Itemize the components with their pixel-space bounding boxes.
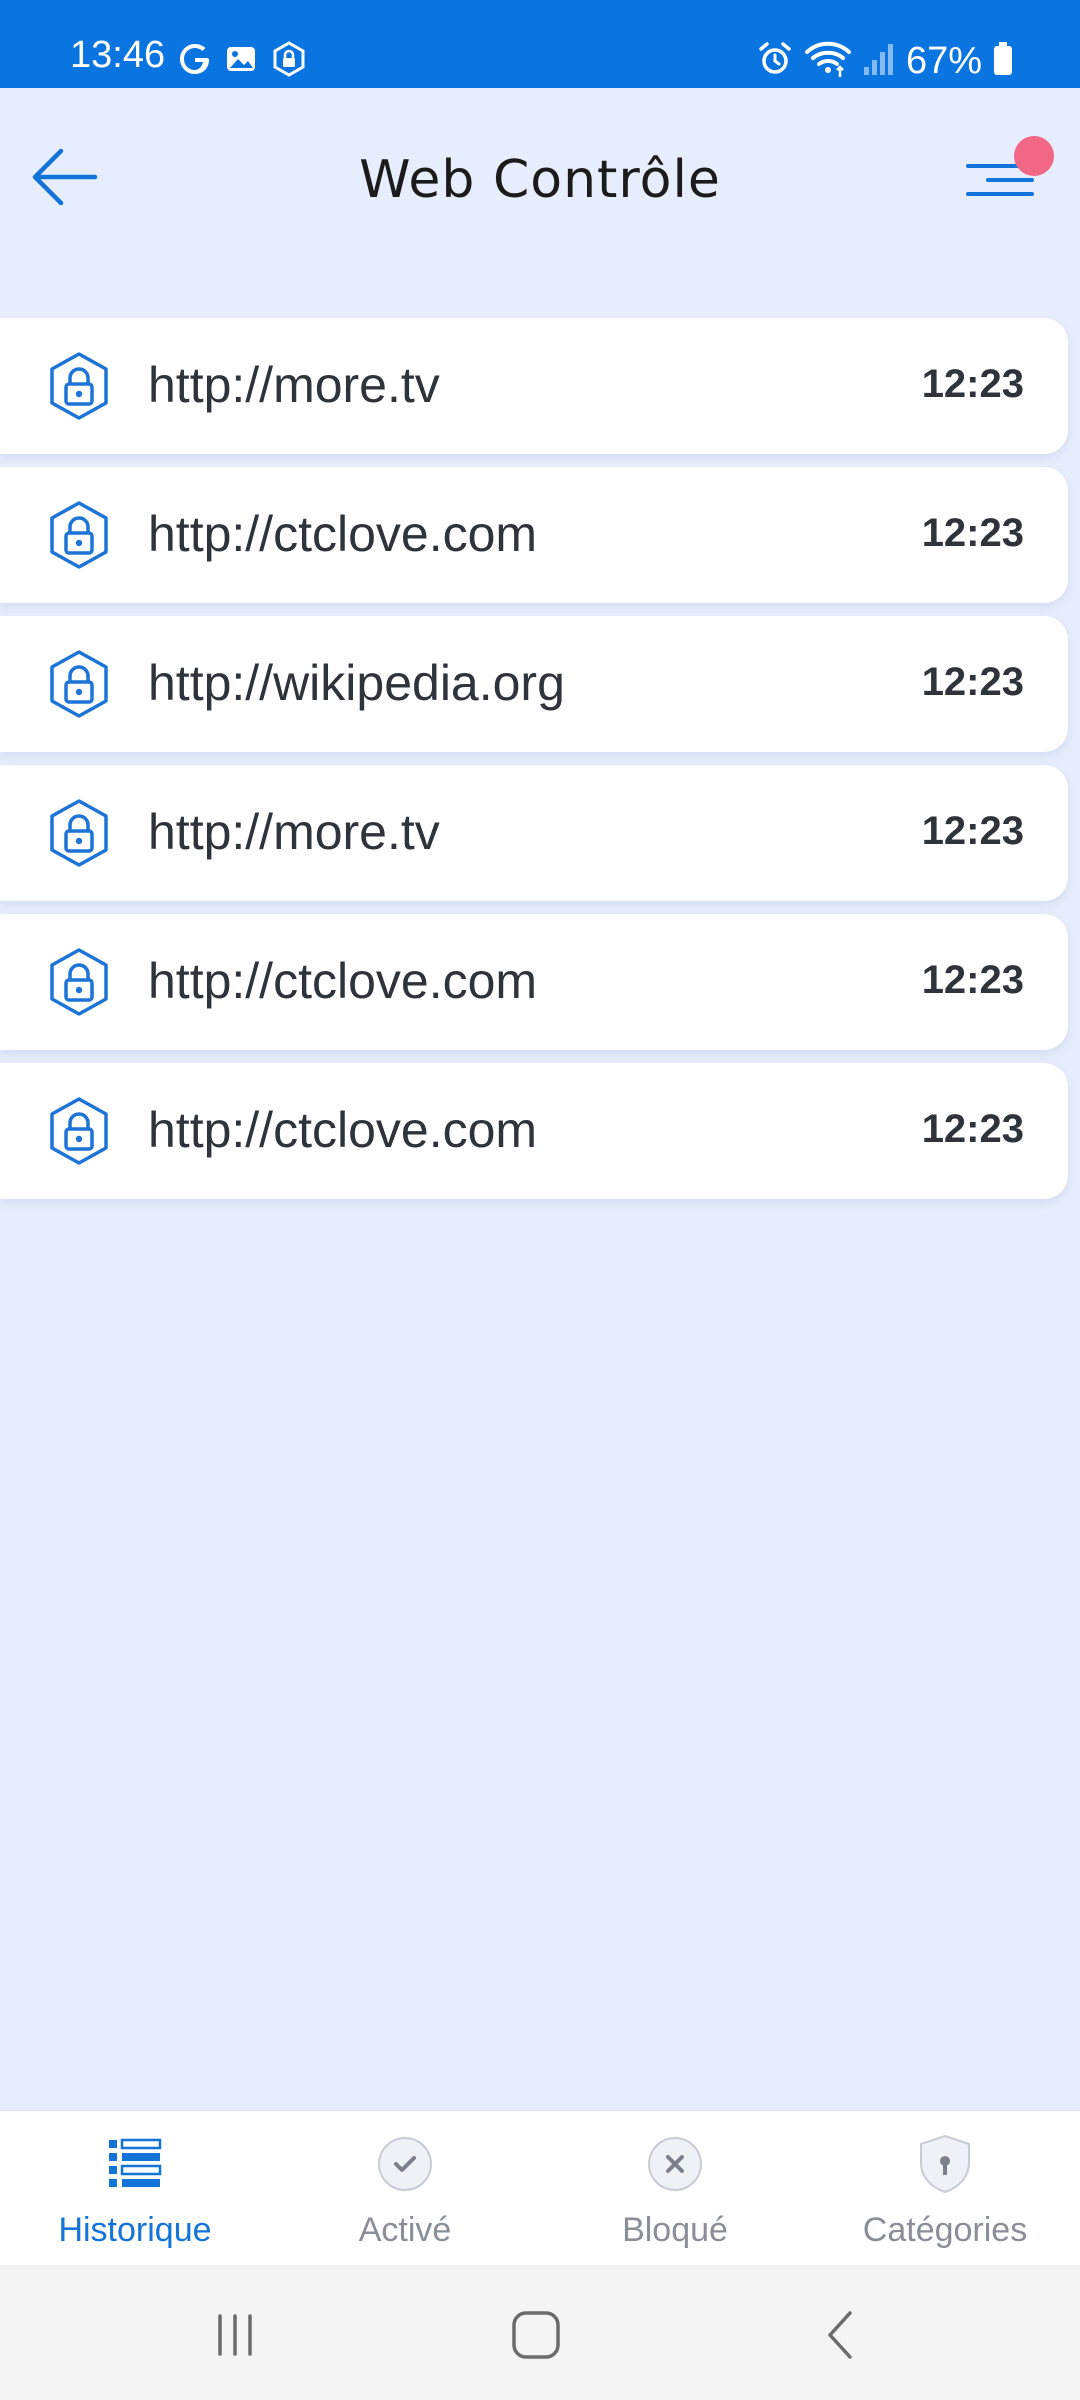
list-icon (102, 2131, 168, 2197)
tab-active[interactable]: Activé (270, 2111, 540, 2265)
list-item[interactable]: http://more.tv 12:23 (0, 765, 1068, 901)
system-nav-bar (0, 2265, 1080, 2400)
url-text: http://ctclove.com (148, 1102, 538, 1158)
list-item[interactable]: http://wikipedia.org 12:23 (0, 616, 1068, 752)
url-text: http://more.tv (148, 357, 440, 413)
bottom-nav: Historique Activé Bloqué Catégories (0, 2110, 1080, 2265)
home-icon (512, 2311, 560, 2359)
visit-time: 12:23 (921, 511, 1024, 555)
check-icon (372, 2131, 438, 2197)
tab-label: Catégories (862, 2211, 1028, 2249)
visit-time: 12:23 (921, 958, 1024, 1002)
tab-label: Activé (358, 2211, 452, 2249)
lock-icon (50, 650, 108, 718)
status-bar: 13:46 67% (0, 0, 1080, 88)
battery-percent: 67% (905, 40, 982, 82)
gallery-icon (224, 42, 258, 81)
url-history-list: http://more.tv 12:23 http://ctclove.com … (0, 318, 1080, 1212)
alarm-icon (756, 40, 794, 83)
menu-button[interactable] (962, 136, 1054, 216)
close-icon (642, 2131, 708, 2197)
notification-dot (1014, 136, 1054, 176)
tab-historique[interactable]: Historique (0, 2111, 270, 2265)
tab-categories[interactable]: Catégories (810, 2111, 1080, 2265)
wifi-icon (804, 39, 852, 84)
recent-apps-icon (218, 2314, 252, 2356)
list-item[interactable]: http://ctclove.com 12:23 (0, 914, 1068, 1050)
lock-icon (50, 948, 108, 1016)
tab-blocked[interactable]: Bloqué (540, 2111, 810, 2265)
lock-icon (50, 352, 108, 420)
battery-icon (992, 41, 1014, 82)
shield-icon (912, 2131, 978, 2197)
signal-icon (862, 41, 896, 82)
visit-time: 12:23 (921, 660, 1024, 704)
url-text: http://ctclove.com (148, 953, 538, 1009)
vpn-icon (270, 40, 308, 83)
list-item[interactable]: http://ctclove.com 12:23 (0, 1063, 1068, 1199)
system-back-button[interactable] (790, 2295, 890, 2375)
list-item[interactable]: http://ctclove.com 12:23 (0, 467, 1068, 603)
visit-time: 12:23 (921, 1107, 1024, 1151)
chevron-left-icon (828, 2311, 852, 2359)
page-title: Web Contrôle (359, 150, 721, 210)
lock-icon (50, 799, 108, 867)
recent-apps-button[interactable] (185, 2295, 285, 2375)
lock-icon (50, 501, 108, 569)
url-text: http://wikipedia.org (148, 655, 565, 711)
home-button[interactable] (486, 2295, 586, 2375)
url-text: http://ctclove.com (148, 506, 538, 562)
lock-icon (50, 1097, 108, 1165)
google-icon (178, 42, 212, 81)
app-bar: Web Contrôle (0, 88, 1080, 268)
tab-label: Historique (58, 2211, 212, 2249)
visit-time: 12:23 (921, 362, 1024, 406)
status-time: 13:46 (70, 34, 166, 76)
tab-label: Bloqué (622, 2211, 728, 2249)
url-text: http://more.tv (148, 804, 440, 860)
list-item[interactable]: http://more.tv 12:23 (0, 318, 1068, 454)
visit-time: 12:23 (921, 809, 1024, 853)
